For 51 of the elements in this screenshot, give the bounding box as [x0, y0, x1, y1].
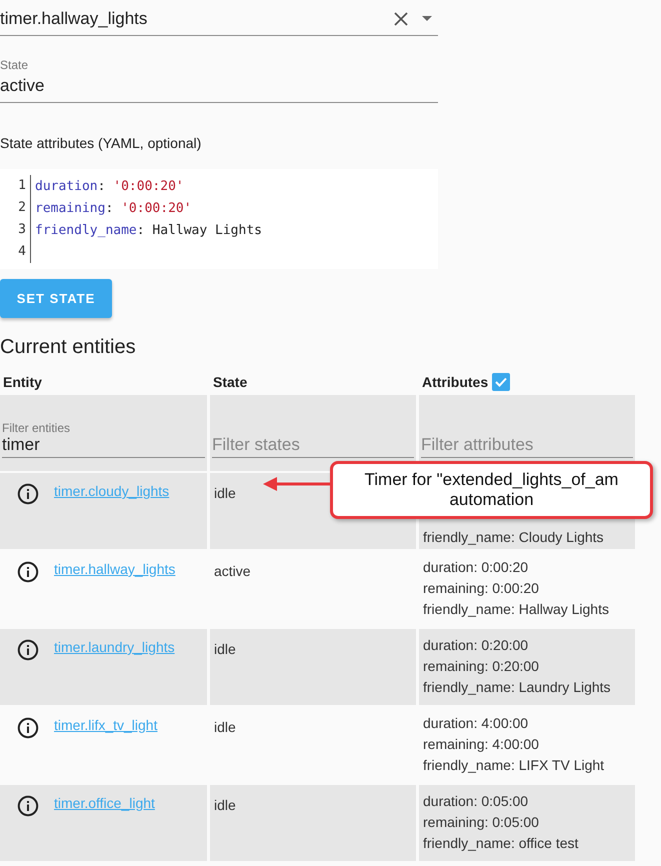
attribute-line: friendly_name: office test	[423, 834, 580, 853]
attribute-line: remaining: 0:20:00	[423, 657, 540, 676]
state-field[interactable]: State active	[0, 58, 438, 103]
field-value: active	[0, 76, 46, 96]
attribute-line: duration: 4:00:00	[423, 714, 530, 733]
entity-link[interactable]: timer.hallway_lights	[54, 561, 176, 577]
attribute-line: friendly_name: LIFX TV Light	[423, 756, 606, 775]
line-number: 4	[0, 241, 31, 263]
dropdown-caret-icon	[422, 16, 432, 21]
checkmark-icon	[495, 377, 508, 387]
attributes-checkbox[interactable]	[492, 373, 510, 391]
column-header: State	[213, 374, 248, 390]
code-editor[interactable]: 1 duration: '0:00:20' 2 remaining: '0:00:20' 3 friendly_name: Hallway Lights 4	[0, 169, 438, 269]
info-icon	[17, 717, 39, 739]
entity-field[interactable]: timer.hallway_lights	[0, 0, 438, 36]
column-header: Entity	[3, 374, 42, 390]
set-state-button[interactable]: SET STATE	[0, 279, 112, 318]
close-icon	[394, 12, 408, 26]
attribute-line: friendly_name: Cloudy Lights	[423, 528, 605, 547]
entity-link[interactable]: timer.cloudy_lights	[54, 483, 170, 499]
code-line: remaining: '0:00:20'	[34, 200, 192, 216]
attribute-line: friendly_name: Laundry Lights	[423, 678, 612, 697]
line-number: 1	[0, 175, 31, 197]
column-header: Attributes	[422, 374, 488, 390]
callout-text: Timer for "extended_lights_of_am automation	[364, 470, 620, 510]
state-cell: active	[214, 563, 251, 579]
code-line: friendly_name: Hallway Lights	[34, 222, 262, 238]
info-icon	[17, 483, 39, 505]
entity-link[interactable]: timer.lifx_tv_light	[54, 717, 158, 733]
info-icon	[17, 561, 39, 583]
entity-link[interactable]: timer.laundry_lights	[54, 639, 175, 655]
attribute-line: duration: 0:00:20	[423, 558, 530, 577]
attributes-label: State attributes (YAML, optional)	[0, 135, 202, 151]
line-number: 3	[0, 219, 31, 241]
line-number: 2	[0, 197, 31, 219]
attribute-line: duration: 0:05:00	[423, 792, 530, 811]
state-cell: idle	[214, 797, 236, 813]
attribute-line: remaining: 4:00:00	[423, 735, 540, 754]
field-label: State	[0, 58, 30, 72]
attribute-line: remaining: 0:05:00	[423, 813, 540, 832]
state-cell: idle	[214, 485, 236, 501]
attribute-line: remaining: 0:00:20	[423, 579, 540, 598]
info-icon	[17, 639, 39, 661]
state-cell: idle	[214, 641, 236, 657]
entity-link[interactable]: timer.office_light	[54, 795, 155, 811]
attribute-line: friendly_name: Hallway Lights	[423, 600, 610, 619]
state-cell: idle	[214, 719, 236, 735]
section-title: Current entities	[0, 336, 137, 359]
code-line: duration: '0:00:20'	[34, 178, 184, 194]
info-icon	[17, 795, 39, 817]
attribute-line: duration: 0:20:00	[423, 636, 530, 655]
